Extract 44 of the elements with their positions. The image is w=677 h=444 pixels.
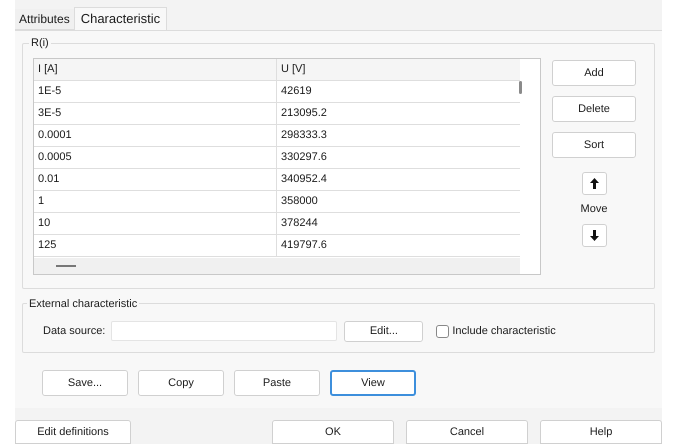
edit-definitions-button[interactable]: Edit definitions (15, 420, 131, 444)
table-cell: 0.0001 (34, 125, 277, 146)
dialog-button[interactable]: Cancel (406, 420, 528, 444)
table-cell: 1E-5 (34, 81, 277, 102)
table-cell: 1 (34, 191, 277, 212)
move-down-button[interactable] (582, 224, 606, 246)
action-button[interactable]: Paste (234, 370, 320, 396)
arrow-up-icon (590, 178, 598, 189)
horizontal-scrollbar[interactable] (34, 258, 520, 274)
table-cell-text: 419797.6 (280, 238, 328, 254)
table-cell-text: 378244 (280, 216, 319, 232)
table-cell-text: 340952.4 (280, 172, 328, 188)
tab[interactable]: Characteristic (74, 7, 168, 30)
data-source-field[interactable] (111, 321, 338, 341)
edit-button[interactable]: Edit... (344, 320, 424, 342)
arrow-down-icon (590, 230, 598, 240)
table-cell-text: 358000 (280, 194, 319, 210)
side-button[interactable]: Delete (552, 96, 636, 122)
checkbox[interactable] (436, 324, 450, 338)
table-cell-text: 213095.2 (280, 106, 328, 122)
table-cell: 3E-5 (34, 103, 277, 124)
table-cell: 125 (34, 235, 277, 256)
group-title: R(i) (29, 35, 51, 52)
action-button[interactable]: Save... (42, 370, 128, 396)
dialog-button[interactable]: OK (272, 420, 394, 444)
table-cell-text: 298333.3 (280, 128, 328, 144)
column-header[interactable]: I [A] (34, 59, 277, 80)
side-button[interactable]: Sort (552, 132, 636, 158)
column-header[interactable]: U [V] (277, 59, 520, 80)
action-button[interactable]: View (330, 370, 416, 396)
action-button[interactable]: Copy (138, 370, 224, 396)
table-cell: 0.01 (34, 169, 277, 190)
checkbox-label: Include characteristic (452, 324, 556, 339)
side-button[interactable]: Add (552, 60, 636, 86)
move-label: Move (580, 202, 608, 217)
table-cell-text: 42619 (280, 84, 313, 100)
dialog-button[interactable]: Help (540, 420, 662, 444)
move-up-button[interactable] (582, 172, 606, 195)
table-cell: 0.0005 (34, 147, 277, 168)
vertical-scrollbar[interactable] (519, 81, 522, 94)
table-cell: 10 (34, 213, 277, 234)
scrollbar-thumb[interactable] (56, 265, 76, 267)
table-cell-text: 330297.6 (280, 150, 328, 166)
data-source-label: Data source: (43, 324, 106, 339)
